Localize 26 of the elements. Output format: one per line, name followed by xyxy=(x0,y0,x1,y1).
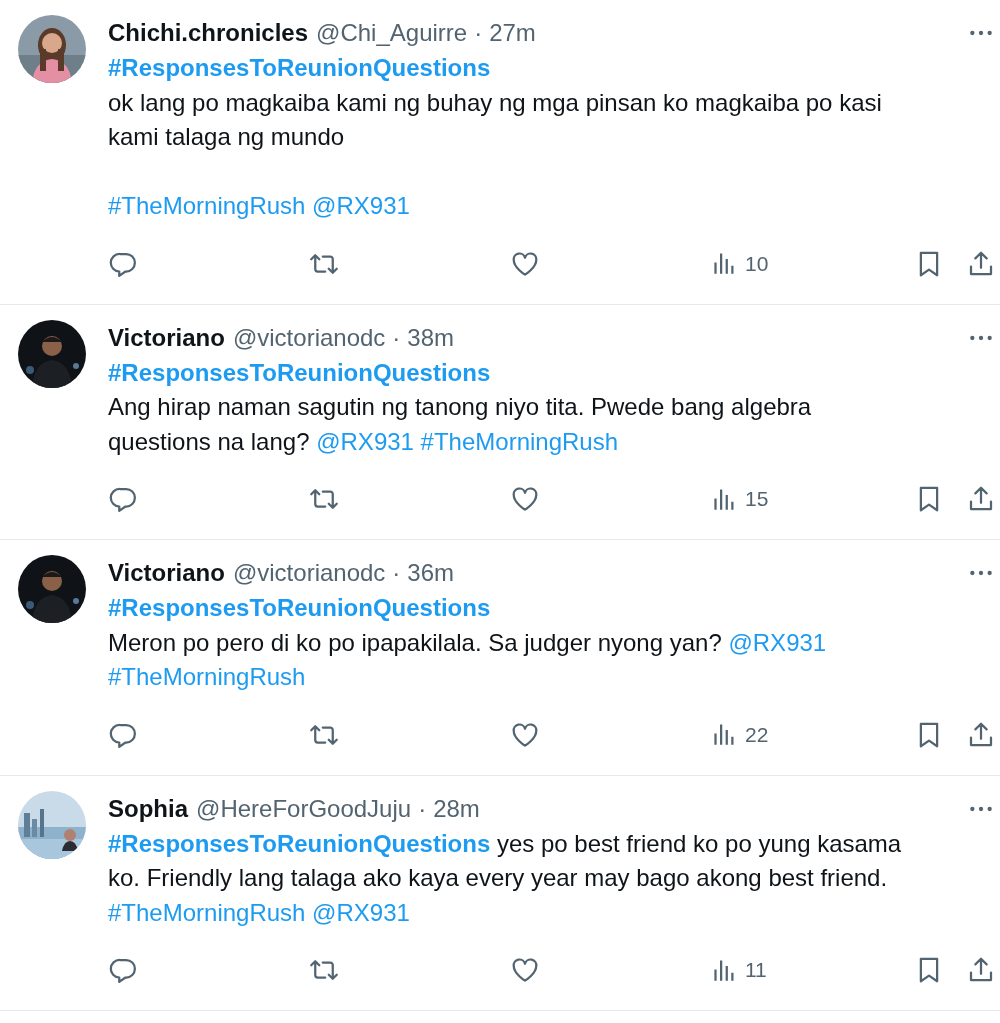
separator-dot: · xyxy=(418,794,427,823)
tweet-text: #ResponsesToReunionQuestions yes po best friend ko po yung kasama ko. Friendly lang talaga ako kaya every year may bago akong best friend. #TheMorningRush @RX931 xyxy=(108,828,903,928)
timestamp[interactable]: 28m xyxy=(433,794,480,823)
user-handle[interactable]: @victorianodc xyxy=(232,323,386,352)
timestamp[interactable]: 36m xyxy=(407,559,455,587)
user-handle[interactable]: @Chi_Aguirre xyxy=(316,19,468,47)
like-heart-icon[interactable] xyxy=(510,484,540,514)
like-heart-icon[interactable] xyxy=(510,955,540,985)
user-name[interactable]: Chichi.chronicles xyxy=(108,19,309,47)
timestamp[interactable]: 38m xyxy=(407,323,455,352)
user-handle[interactable]: @victorianodc xyxy=(232,559,386,587)
separator-dot: · xyxy=(392,559,401,587)
view-count: 10 xyxy=(745,251,769,276)
user-handle[interactable]: @HereForGoodJuju xyxy=(196,794,412,823)
user-name[interactable]: Victoriano xyxy=(108,559,225,587)
user-name[interactable]: Sophia xyxy=(108,794,188,823)
user-name[interactable]: Victoriano xyxy=(108,323,225,352)
tweet-text: #ResponsesToReunionQuestions ok lang po magkaiba kami ng buhay ng mga pinsan ko magkaiba po kasi kami talaga ng mundo #TheMorningRush @RX931 xyxy=(108,53,883,221)
view-count: 22 xyxy=(745,722,769,747)
tweet-text: #ResponsesToReunionQuestions Meron po pero di ko po ipapakilala. Sa judger nyong yan? @RX931 #TheMorningRush xyxy=(108,593,828,692)
separator-dot: · xyxy=(474,19,483,47)
timestamp[interactable]: 27m xyxy=(489,19,536,47)
view-count: 15 xyxy=(745,487,769,511)
separator-dot: · xyxy=(392,323,401,352)
view-count: 11 xyxy=(745,958,767,982)
tweet-text: #ResponsesToReunionQuestions Ang hirap naman sagutin ng tanong niyo tita. Pwede bang algebra questions na lang? @RX931 #TheMorningRush xyxy=(108,357,813,457)
